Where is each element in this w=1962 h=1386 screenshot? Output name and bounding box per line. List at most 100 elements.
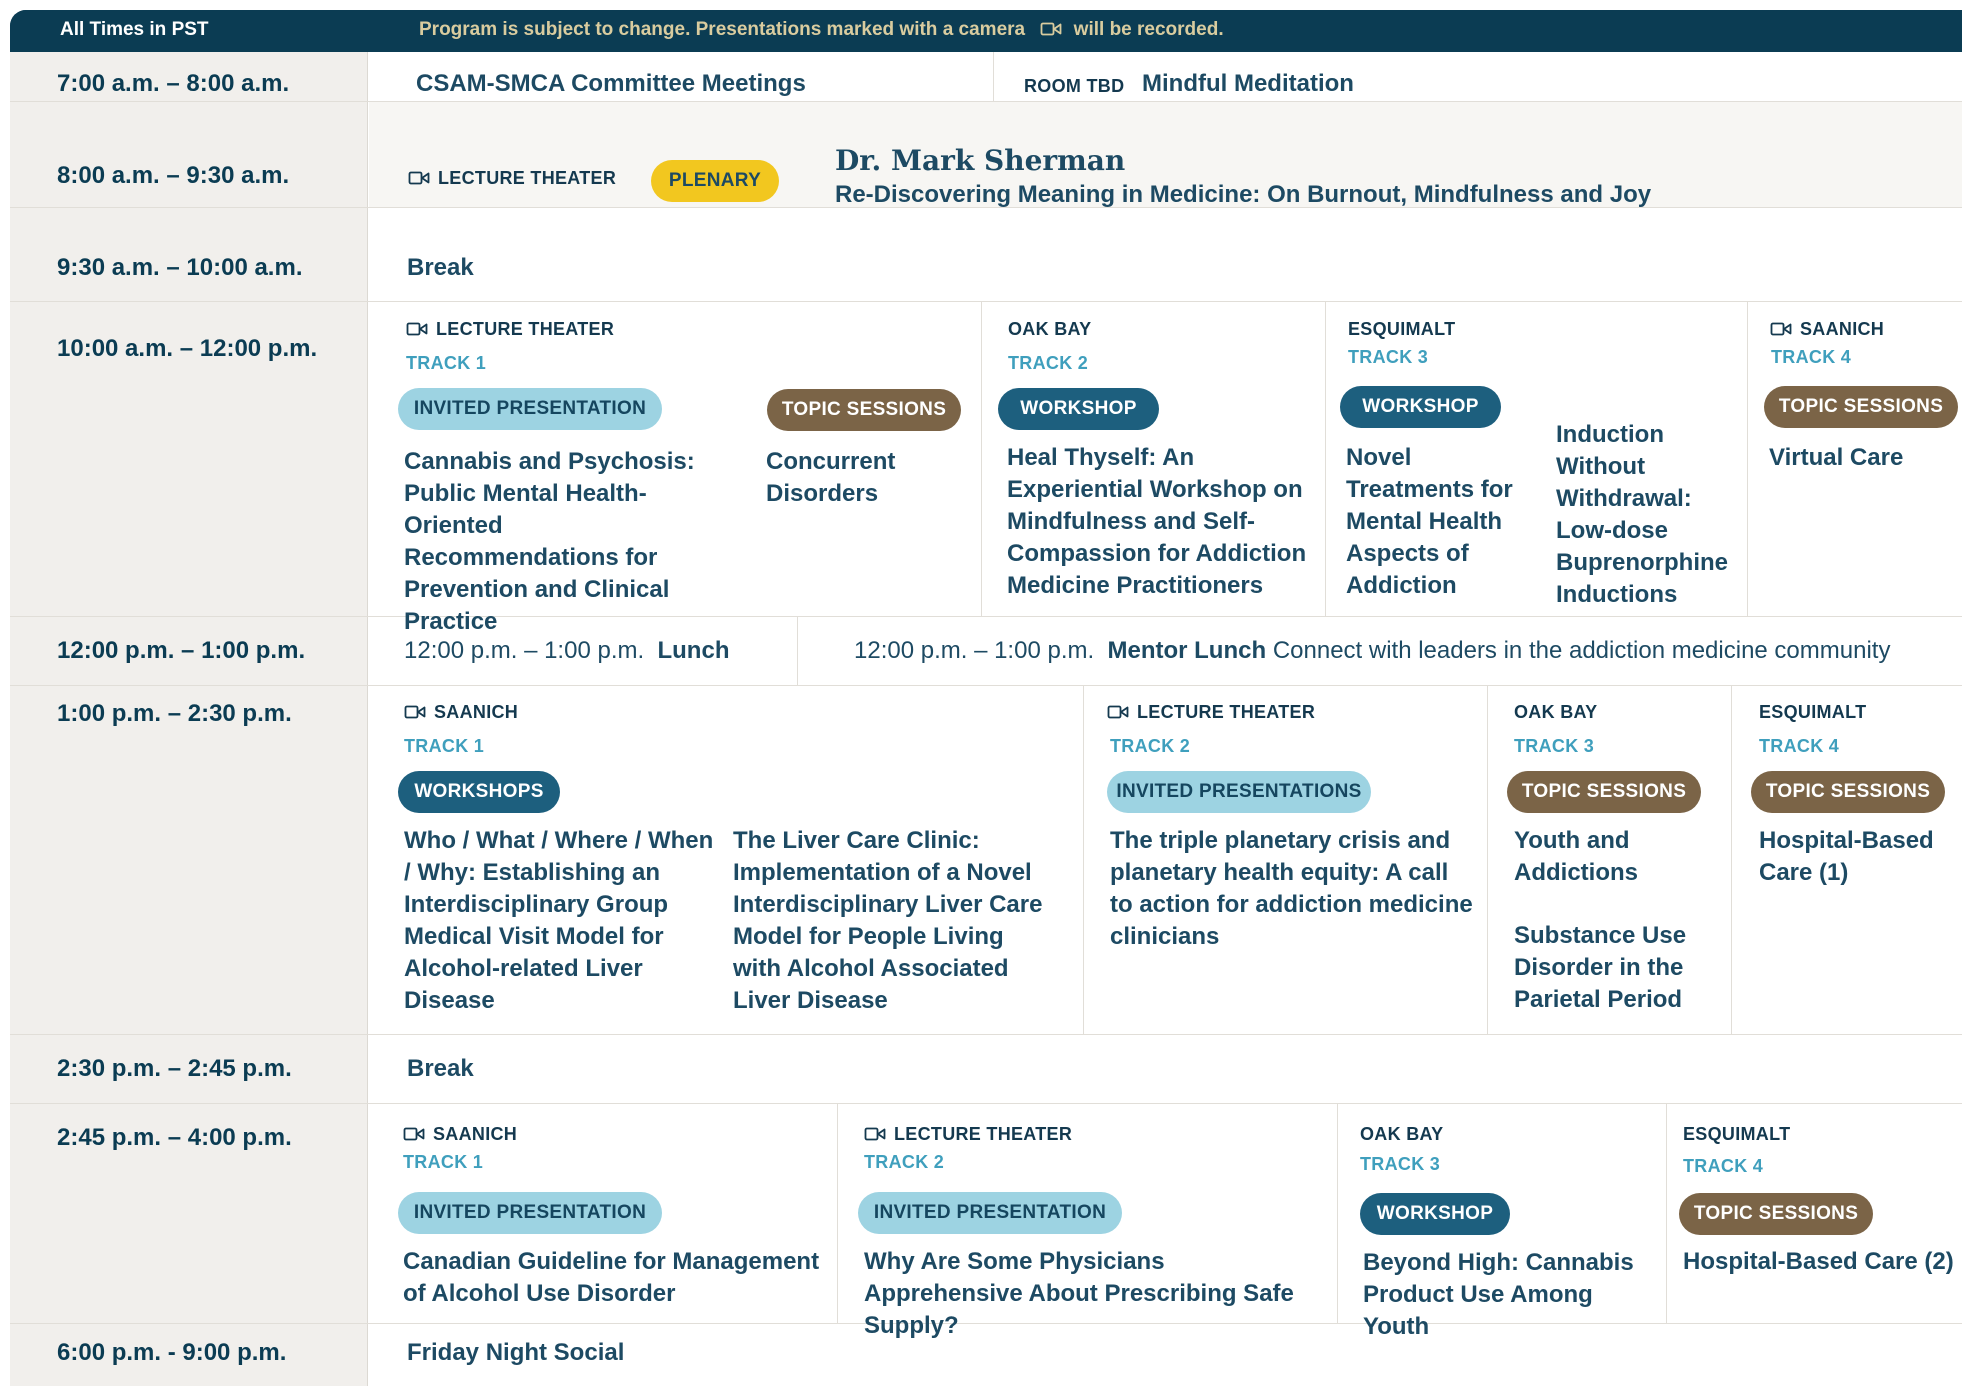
invited-presentation-badge: INVITED PRESENTATION [398,1192,662,1234]
video-camera-icon [403,1127,425,1141]
row-divider [10,685,1962,686]
room-label: LECTURE THEATER [864,1124,1072,1145]
session-title: Re-Discovering Meaning in Medicine: On B… [835,181,1652,208]
video-camera-icon [864,1127,886,1141]
session-title: Novel Treatments for Mental Health Aspec… [1346,444,1513,599]
time-slot: 7:00 a.m. – 8:00 a.m. [57,70,290,97]
session-title: Hospital-Based Care (2) [1683,1248,1954,1275]
time-slot: 10:00 a.m. – 12:00 p.m. [57,335,318,362]
room-label: LECTURE THEATER [406,319,614,340]
session-description: Connect with leaders in the addiction me… [1272,637,1891,664]
track-label: TRACK 4 [1759,736,1840,756]
mentor-lunch-item: 12:00 p.m. – 1:00 p.m. Mentor Lunch Conn… [854,637,1890,665]
mentor-lunch-time: 12:00 p.m. – 1:00 p.m. [854,637,1095,664]
row-divider [10,616,1962,617]
col-divider [837,1103,838,1323]
session-title: Why Are Some Physicians Apprehensive Abo… [864,1248,1294,1339]
room-name: LECTURE THEATER [436,319,615,339]
session-title: Heal Thyself: An Experiential Workshop o… [1007,444,1307,599]
track-label: TRACK 4 [1771,347,1852,367]
time-slot: 9:30 a.m. – 10:00 a.m. [57,254,303,281]
track-label: TRACK 1 [404,736,485,756]
row-divider [10,101,1962,102]
invited-presentation-badge: INVITED PRESENTATION [858,1192,1122,1234]
room-name: ESQUIMALT [1683,1124,1791,1144]
session-title: The Liver Care Clinic: Implementation of… [733,827,1043,1014]
track-label: TRACK 3 [1348,347,1429,367]
session-title: Mentor Lunch [1107,637,1267,664]
topic-sessions-badge: TOPIC SESSIONS [1764,386,1958,428]
room-name: SAANICH [433,1124,518,1144]
room-name: LECTURE THEATER [1137,702,1316,722]
col-divider [1747,301,1748,616]
time-slot: 6:00 p.m. - 9:00 p.m. [57,1339,287,1366]
session-title: Virtual Care [1769,444,1904,471]
video-camera-icon [1040,22,1062,36]
session-title: Youth and Addictions [1514,827,1638,886]
program-note-before: Program is subject to change. Presentati… [419,19,1026,40]
col-divider [1083,685,1084,1034]
session-title: Who / What / Where / When / Why: Establi… [404,827,714,1014]
workshop-badge: WORKSHOP [1340,386,1501,428]
lunch-item: 12:00 p.m. – 1:00 p.m. Lunch [404,637,729,665]
video-camera-icon [404,705,426,719]
row-divider [10,1103,1962,1104]
track-label: TRACK 4 [1683,1156,1764,1176]
video-camera-icon [1107,705,1129,719]
track-label: TRACK 2 [864,1152,945,1172]
program-note-after: will be recorded. [1073,19,1224,40]
room-name: SAANICH [1800,319,1885,339]
track-label: TRACK 1 [403,1152,484,1172]
topic-sessions-badge: TOPIC SESSIONS [1751,771,1945,813]
topic-sessions-badge: TOPIC SESSIONS [1507,771,1701,813]
session-title: Canadian Guideline for Management of Alc… [403,1248,820,1307]
track-label: TRACK 1 [406,353,487,373]
program-note: Program is subject to change. Presentati… [419,19,1224,41]
col-divider [1325,301,1326,616]
session-title: The triple planetary crisis and planetar… [1110,827,1473,950]
session-title: Break [407,1055,474,1082]
track-label: TRACK 2 [1008,353,1089,373]
invited-presentations-badge: INVITED PRESENTATIONS [1107,771,1371,813]
room-name: OAK BAY [1008,319,1092,339]
session-title: Lunch [657,637,730,664]
col-divider [797,616,798,685]
session-title: CSAM-SMCA Committee Meetings [416,70,806,97]
video-camera-icon [1770,322,1792,336]
col-divider [993,52,994,101]
row-divider [10,1034,1962,1035]
room-label: SAANICH [1770,319,1884,340]
room-name: SAANICH [434,702,519,722]
video-camera-icon [406,322,428,336]
col-divider [1487,685,1488,1034]
room-name: LECTURE THEATER [894,1124,1073,1144]
row-divider [10,301,1962,302]
workshops-badge: WORKSHOPS [398,771,560,813]
session-title: Hospital-Based Care (1) [1759,827,1934,886]
topic-sessions-badge: TOPIC SESSIONS [767,389,961,431]
room-name: LECTURE THEATER [438,168,617,188]
session-title: Mindful Meditation [1142,70,1354,97]
time-slot: 12:00 p.m. – 1:00 p.m. [57,637,306,664]
session-title: Friday Night Social [407,1339,625,1366]
room-label: LECTURE THEATER [408,168,616,189]
room-label: SAANICH [404,702,518,723]
topic-sessions-badge: TOPIC SESSIONS [1679,1193,1873,1235]
lunch-time: 12:00 p.m. – 1:00 p.m. [404,637,645,664]
timezone-label: All Times in PST [60,19,209,40]
time-slot: 2:30 p.m. – 2:45 p.m. [57,1055,292,1082]
workshop-badge: WORKSHOP [998,388,1159,430]
col-divider [1337,1103,1338,1323]
invited-presentation-badge: INVITED PRESENTATION [398,388,662,430]
col-divider [1666,1103,1667,1323]
time-slot: 1:00 p.m. – 2:30 p.m. [57,700,292,727]
session-title: Concurrent Disorders [766,448,896,507]
room-label: ROOM TBD [1024,76,1125,96]
schedule-table: All Times in PST Program is subject to c… [10,10,1962,1386]
workshop-badge: WORKSHOP [1360,1193,1510,1235]
room-label: LECTURE THEATER [1107,702,1315,723]
session-title: Substance Use Disorder in the Parietal P… [1514,922,1687,1013]
session-title: Beyond High: Cannabis Product Use Among … [1363,1249,1634,1340]
room-name: ESQUIMALT [1759,702,1867,722]
track-label: TRACK 3 [1514,736,1595,756]
